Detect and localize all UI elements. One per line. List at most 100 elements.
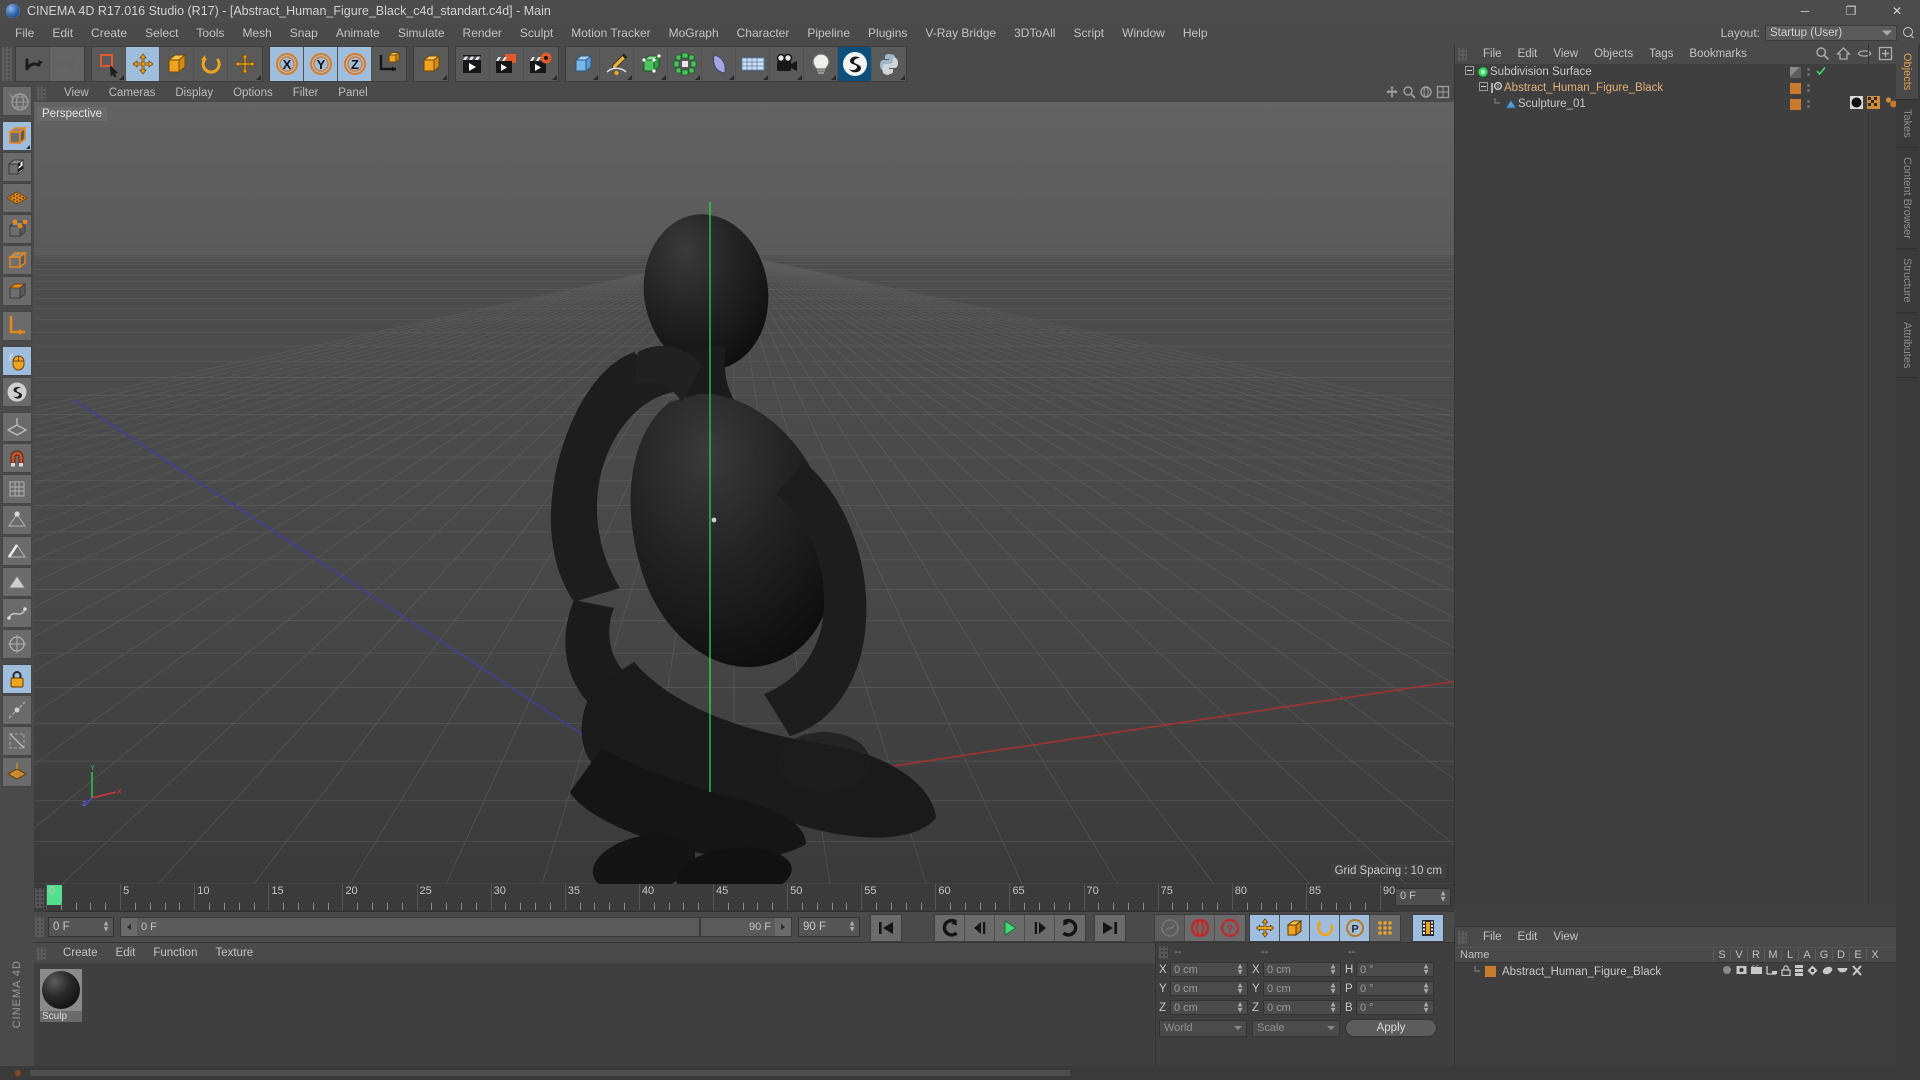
object-manager-menu-edit[interactable]: Edit <box>1510 47 1546 61</box>
3d-viewport[interactable]: Perspective Y X Z Grid Spacing: 10 cm <box>34 102 1454 884</box>
material-menu-texture[interactable]: Texture <box>206 946 262 960</box>
edges-mode-button[interactable] <box>2 214 32 244</box>
material-manager-grip[interactable] <box>37 946 46 960</box>
undo-button[interactable] <box>16 47 50 81</box>
horizontal-scrollbar[interactable] <box>30 1070 1070 1076</box>
menu-item-3dtoall[interactable]: 3DToAll <box>1005 24 1064 42</box>
menu-item-mesh[interactable]: Mesh <box>233 24 280 42</box>
menu-item-select[interactable]: Select <box>136 24 187 42</box>
spinner-icon[interactable]: ▲ ▼ <box>1422 1000 1430 1014</box>
playbar-grip[interactable] <box>35 917 44 937</box>
menu-item-help[interactable]: Help <box>1174 24 1217 42</box>
ellipse-icon[interactable] <box>1857 46 1872 61</box>
viewport-grip[interactable] <box>37 86 46 100</box>
lock-axis-button[interactable] <box>2 664 32 694</box>
rotate-tool-button[interactable] <box>194 47 228 81</box>
menu-item-window[interactable]: Window <box>1113 24 1174 42</box>
toolbar-grip[interactable] <box>2 47 12 81</box>
lock-icon[interactable] <box>1781 964 1791 979</box>
snap-edge-button[interactable] <box>2 536 32 566</box>
coordinate-input-rot[interactable]: 0 ° ▲ ▼ <box>1356 1000 1434 1015</box>
maximize-view-icon[interactable] <box>1436 85 1450 99</box>
object-manager-menu-bookmarks[interactable]: Bookmarks <box>1681 47 1755 61</box>
add-deformer-button[interactable] <box>702 47 736 81</box>
viewport-menu-filter[interactable]: Filter <box>283 86 329 100</box>
uvw-tag-icon[interactable] <box>1867 96 1880 112</box>
dock-tab-takes[interactable]: Takes <box>1896 100 1918 149</box>
sculpt-symmetry-button[interactable] <box>2 377 32 407</box>
spinner-icon[interactable]: ▲ ▼ <box>1439 889 1447 903</box>
texture-mode-button[interactable] <box>2 152 32 182</box>
render-view-button[interactable] <box>456 47 490 81</box>
render-icon[interactable] <box>1751 965 1762 978</box>
visibility-dots[interactable] <box>1807 68 1810 76</box>
cube-primitive-button[interactable] <box>414 47 448 81</box>
go-to-start-button[interactable] <box>871 915 901 941</box>
coordinate-system-dropdown[interactable]: World <box>1159 1019 1247 1037</box>
step-forward-button[interactable] <box>1025 915 1055 941</box>
autokey-button[interactable] <box>1155 915 1185 941</box>
add-light-button[interactable] <box>804 47 838 81</box>
tag-color-swatch[interactable] <box>1790 98 1801 110</box>
preview-range-bar[interactable]: 0 F <box>120 917 700 937</box>
viewport-menu-cameras[interactable]: Cameras <box>99 86 166 100</box>
attribute-menu-edit[interactable]: Edit <box>1510 930 1546 944</box>
menu-item-render[interactable]: Render <box>454 24 511 42</box>
workplane-button[interactable] <box>2 412 32 442</box>
spinner-icon[interactable]: ▲ ▼ <box>102 919 110 933</box>
home-icon[interactable] <box>1836 46 1851 61</box>
search-icon[interactable] <box>1815 46 1830 61</box>
coordinate-input-size[interactable]: 0 cm ▲ ▼ <box>1263 962 1341 977</box>
search-icon[interactable] <box>1902 26 1916 40</box>
coordinate-input-pos[interactable]: 0 cm ▲ ▼ <box>1170 981 1248 996</box>
menu-item-plugins[interactable]: Plugins <box>859 24 916 42</box>
menu-item-file[interactable]: File <box>6 24 43 42</box>
render-to-picture-viewer-button[interactable] <box>490 47 524 81</box>
object-axis-button[interactable] <box>2 311 32 341</box>
generator-toggle-icon[interactable] <box>1790 66 1801 78</box>
attribute-column-R[interactable]: R <box>1747 949 1764 961</box>
preview-range-end[interactable]: 90 F <box>700 917 792 937</box>
attribute-row[interactable]: Abstract_Human_Figure_Black <box>1455 963 1896 980</box>
end-frame-field[interactable]: 90 F ▲ ▼ <box>798 917 860 937</box>
object-manager-row[interactable]: 0 Abstract_Human_Figure_Black <box>1455 80 1896 96</box>
add-sculpt-button[interactable] <box>838 47 872 81</box>
spinner-icon[interactable]: ▲ ▼ <box>1329 1000 1337 1014</box>
attribute-column-G[interactable]: G <box>1815 949 1832 961</box>
apply-button[interactable]: Apply <box>1345 1019 1437 1037</box>
spinner-icon[interactable]: ▲ ▼ <box>1236 962 1244 976</box>
viewport-menu-display[interactable]: Display <box>165 86 223 100</box>
rotate-view-icon[interactable] <box>1419 85 1433 99</box>
spinner-icon[interactable]: ▲ ▼ <box>1422 981 1430 995</box>
next-keyframe-button[interactable] <box>1055 915 1085 941</box>
material-preview[interactable] <box>40 969 82 1011</box>
material-tag-icon[interactable] <box>1850 96 1863 112</box>
sphere-dot-icon[interactable] <box>1722 965 1732 978</box>
add-camera-button[interactable] <box>770 47 804 81</box>
object-manager-row[interactable]: Subdivision Surface <box>1455 64 1896 80</box>
object-manager-row[interactable]: Sculpture_01 <box>1455 96 1897 112</box>
dock-tab-content-browser[interactable]: Content Browser <box>1896 148 1918 249</box>
deform-icon[interactable] <box>1807 965 1818 979</box>
timeline-grip[interactable] <box>35 888 44 908</box>
keyframe-selection-button[interactable]: ? <box>1215 915 1245 941</box>
menu-item-edit[interactable]: Edit <box>43 24 82 42</box>
coordinate-input-rot[interactable]: 0 ° ▲ ▼ <box>1356 981 1434 996</box>
faces-mode-button[interactable] <box>2 276 32 306</box>
spinner-icon[interactable]: ▲ ▼ <box>1236 981 1244 995</box>
attribute-column-S[interactable]: S <box>1713 949 1730 961</box>
viewport-menu-panel[interactable]: Panel <box>328 86 377 100</box>
coordinate-input-pos[interactable]: 0 cm ▲ ▼ <box>1170 962 1248 977</box>
zoom-view-icon[interactable] <box>1402 85 1416 99</box>
spinner-icon[interactable]: ▲ ▼ <box>848 919 856 933</box>
coordinate-input-size[interactable]: 0 cm ▲ ▼ <box>1263 1000 1341 1015</box>
attribute-column-L[interactable]: L <box>1781 949 1798 961</box>
add-python-button[interactable] <box>872 47 906 81</box>
lock-y-axis-button[interactable]: Y <box>304 47 338 81</box>
workplane-lock-button[interactable] <box>2 757 32 787</box>
menu-item-v-ray-bridge[interactable]: V-Ray Bridge <box>916 24 1005 42</box>
material-menu-edit[interactable]: Edit <box>107 946 145 960</box>
add-cube-object-button[interactable] <box>566 47 600 81</box>
step-back-button[interactable] <box>965 915 995 941</box>
keyframe-timeline-button[interactable] <box>1413 915 1443 941</box>
